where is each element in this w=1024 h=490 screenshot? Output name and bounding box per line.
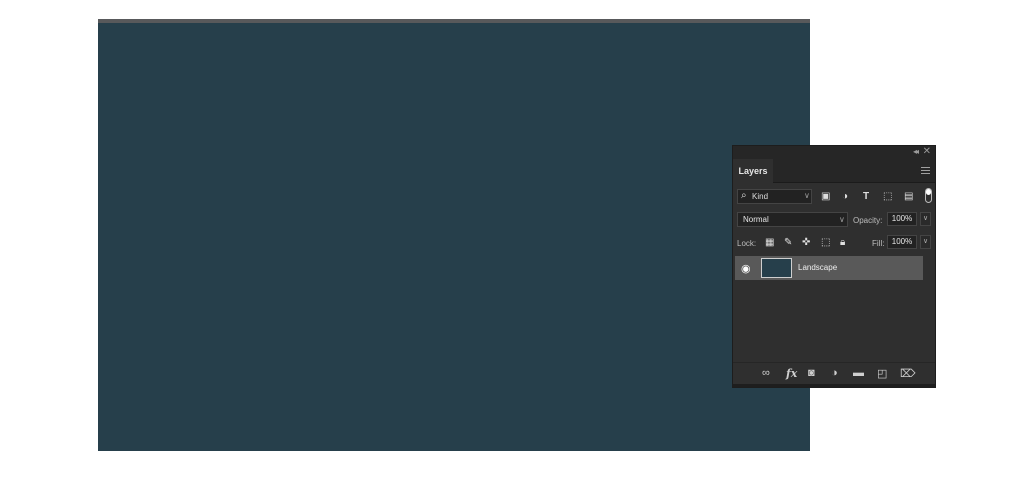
lock-label: Lock: (737, 239, 757, 248)
lock-image-pixels-icon[interactable]: ✎ (784, 237, 792, 248)
panel-footer: ∞ fx ◙ ◑ ▬ ◰ ⌦ (733, 362, 935, 385)
collapse-icon[interactable]: ◂◂ (913, 147, 919, 156)
layers-panel: ◂◂ ✕ Layers ⌕ Kind ∨ ▣ ◑ T ⬚ ▤ Normal ∨ … (732, 145, 936, 388)
filter-row: ⌕ Kind ∨ ▣ ◑ T ⬚ ▤ (733, 187, 935, 207)
lock-position-icon[interactable]: ✜ (802, 237, 810, 248)
fill-dropdown[interactable]: ∨ (920, 235, 931, 249)
fx-icon[interactable]: fx (786, 367, 797, 380)
new-layer-icon[interactable]: ◰ (877, 367, 887, 380)
lock-all-icon[interactable]: 🔒︎ (840, 237, 845, 248)
chevron-down-icon: ∨ (804, 191, 810, 200)
close-icon[interactable]: ✕ (923, 146, 931, 157)
tab-layers[interactable]: Layers (733, 159, 773, 183)
shape-filter-icon[interactable]: ⬚ (883, 191, 892, 202)
layer-thumbnail (761, 258, 792, 278)
lock-transparent-pixels-icon[interactable]: ▦ (765, 237, 774, 248)
adjustment-layer-icon[interactable]: ◑ (831, 367, 838, 379)
panel-tabs: Layers (733, 159, 935, 183)
panel-header: ◂◂ ✕ (733, 146, 935, 159)
kind-filter-select[interactable]: ⌕ Kind ∨ (737, 189, 812, 204)
layer-name[interactable]: Landscape (798, 263, 837, 272)
opacity-dropdown[interactable]: ∨ (920, 212, 931, 226)
search-icon: ⌕ (741, 190, 747, 201)
type-filter-icon[interactable]: T (863, 191, 869, 202)
eye-icon[interactable]: ◉ (741, 262, 751, 275)
opacity-input[interactable]: 100% (887, 212, 917, 226)
layer-mask-icon[interactable]: ◙ (808, 367, 815, 379)
smart-object-filter-icon[interactable]: ▤ (904, 191, 913, 202)
document-image[interactable] (98, 23, 810, 451)
fill-label: Fill: (872, 239, 885, 248)
filter-toggle[interactable] (925, 188, 932, 203)
document-canvas[interactable] (98, 19, 810, 451)
blend-mode-value: Normal (743, 215, 769, 224)
panel-bottom-edge (733, 384, 935, 387)
kind-filter-label: Kind (752, 192, 769, 201)
image-filter-icon[interactable]: ▣ (821, 191, 830, 202)
new-group-icon[interactable]: ▬ (853, 367, 864, 379)
panel-menu-icon[interactable] (921, 167, 930, 174)
adjustment-filter-icon[interactable]: ◑ (842, 191, 848, 202)
chevron-down-icon: ∨ (839, 215, 845, 224)
link-layers-icon[interactable]: ∞ (762, 367, 770, 379)
layer-row[interactable]: ◉ Landscape (735, 256, 923, 280)
delete-layer-icon[interactable]: ⌦ (900, 367, 916, 380)
artboard-lock-icon[interactable]: ⬚ (821, 237, 830, 248)
fill-input[interactable]: 100% (887, 235, 917, 249)
opacity-label: Opacity: (853, 216, 883, 225)
blend-mode-select[interactable]: Normal ∨ (737, 212, 848, 227)
